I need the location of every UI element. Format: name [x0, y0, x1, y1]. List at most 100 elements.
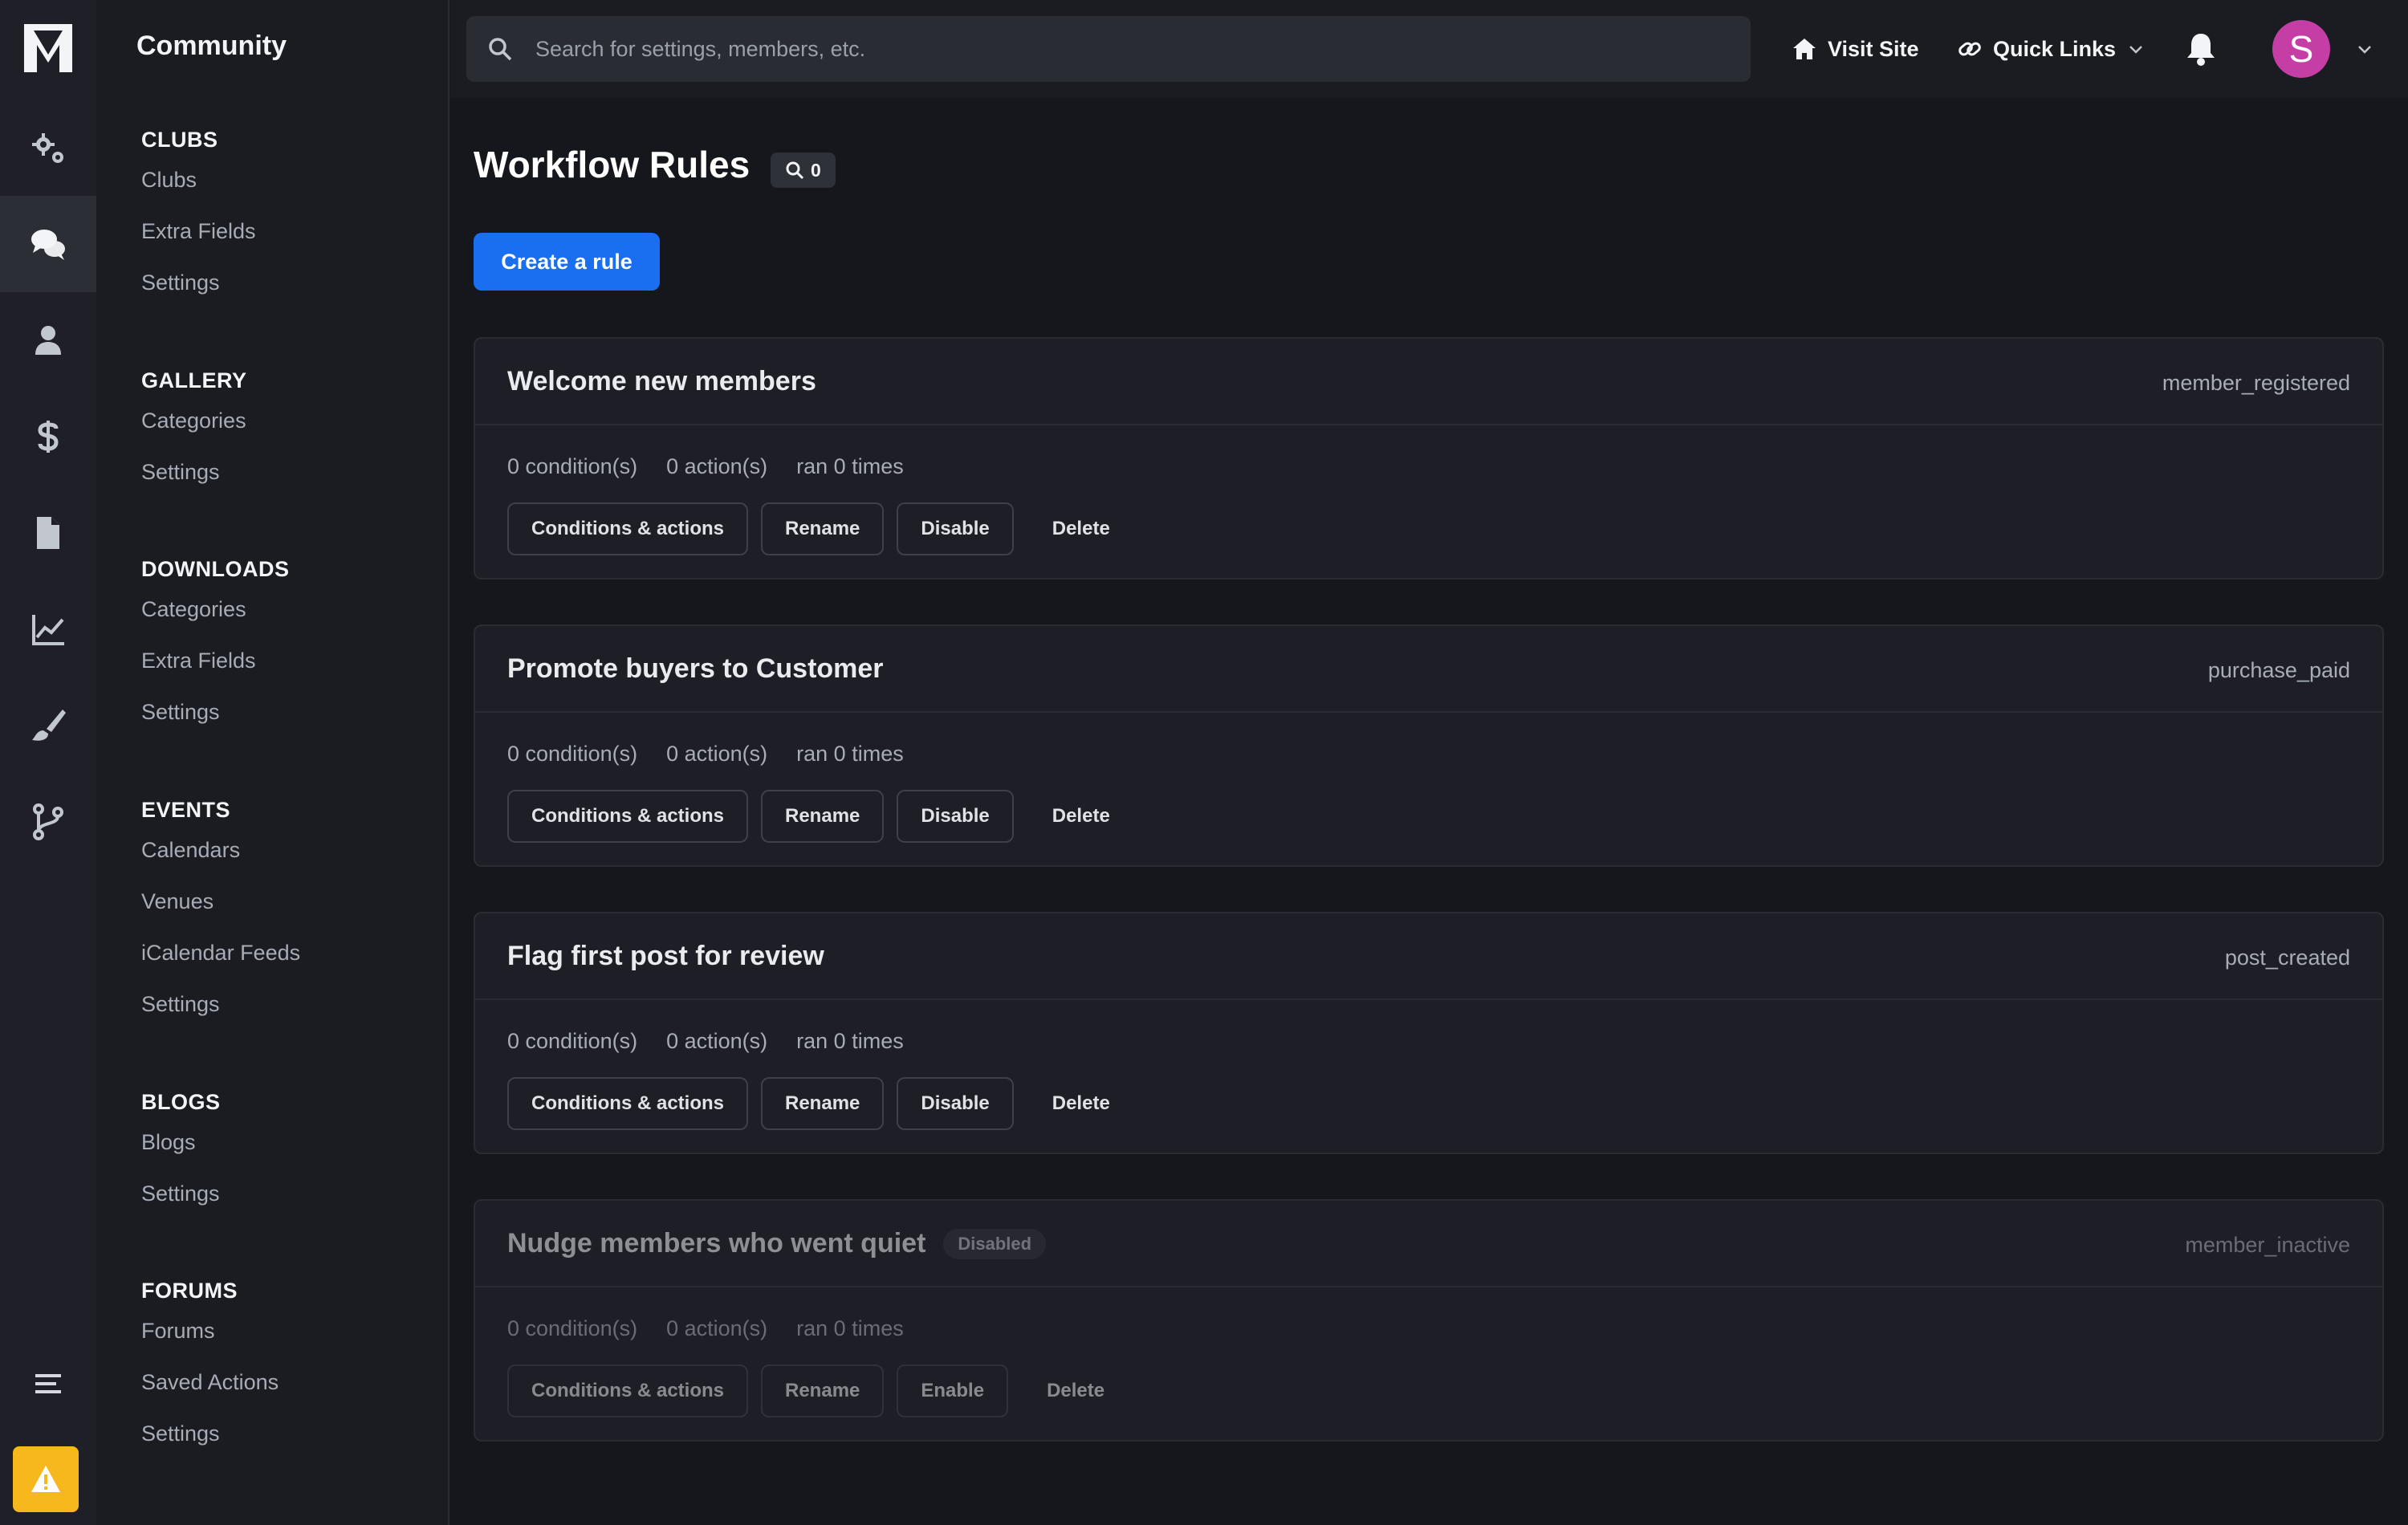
rule-name: Flag first post for review — [507, 941, 824, 972]
visit-site-link[interactable]: Visit Site — [1792, 31, 1919, 67]
sub-sidebar: Community CLUBS Clubs Extra Fields Setti… — [96, 0, 449, 1525]
chevron-down-icon[interactable] — [2356, 40, 2373, 58]
nav-link-settings[interactable]: Settings — [141, 458, 247, 509]
rule-header: Welcome new members member_registered — [475, 339, 2382, 425]
rule-stats: 0 condition(s) 0 action(s) ran 0 times — [507, 1029, 933, 1054]
rule-card: Flag first post for review post_created … — [474, 912, 2384, 1154]
chevron-down-icon — [2129, 46, 2142, 54]
rail-item-stats[interactable] — [0, 581, 96, 677]
nav-link-forums[interactable]: Forums — [141, 1316, 279, 1368]
nav-link-categories[interactable]: Categories — [141, 406, 247, 458]
rename-button[interactable]: Rename — [761, 1364, 885, 1417]
rule-stats: 0 condition(s) 0 action(s) ran 0 times — [507, 742, 933, 767]
delete-button[interactable]: Delete — [1027, 502, 1136, 555]
nav-group-downloads: DOWNLOADS Categories Extra Fields Settin… — [141, 555, 289, 749]
section-title: Community — [136, 31, 287, 61]
nav-link-extra-fields[interactable]: Extra Fields — [141, 217, 256, 268]
enable-button[interactable]: Enable — [897, 1364, 1009, 1417]
delete-button[interactable]: Delete — [1027, 1077, 1136, 1130]
conditions-actions-button[interactable]: Conditions & actions — [507, 1364, 748, 1417]
search-count-badge[interactable]: 0 — [771, 152, 836, 188]
rule-actions-count: 0 action(s) — [666, 454, 768, 478]
rule-actions: Conditions & actions Rename Disable Dele… — [507, 502, 1149, 555]
conditions-actions-button[interactable]: Conditions & actions — [507, 790, 748, 843]
search-input[interactable] — [535, 36, 1659, 62]
rail-item-community[interactable] — [0, 196, 96, 292]
collapse-menu-button[interactable] — [0, 1336, 96, 1432]
nav-link-icalendar-feeds[interactable]: iCalendar Feeds — [141, 938, 300, 990]
delete-button[interactable]: Delete — [1021, 1364, 1130, 1417]
quick-links-dropdown[interactable]: Quick Links — [1958, 31, 2145, 67]
nav-link-blogs[interactable]: Blogs — [141, 1128, 221, 1179]
create-rule-button[interactable]: Create a rule — [474, 233, 660, 291]
code-branch-icon — [33, 803, 63, 840]
nav-group-title: DOWNLOADS — [141, 557, 290, 581]
rule-header: Nudge members who went quiet Disabled me… — [475, 1201, 2382, 1287]
nav-group-blogs: BLOGS Blogs Settings — [141, 1088, 221, 1230]
rule-card: Promote buyers to Customer purchase_paid… — [474, 624, 2384, 867]
nav-link-categories[interactable]: Categories — [141, 595, 289, 646]
nav-link-settings[interactable]: Settings — [141, 268, 256, 319]
rule-trigger: member_registered — [2162, 371, 2350, 395]
rule-name: Promote buyers to Customer — [507, 653, 884, 685]
rule-name-text: Welcome new members — [507, 366, 816, 396]
nav-link-settings[interactable]: Settings — [141, 990, 300, 1041]
rule-run-count: ran 0 times — [796, 454, 904, 478]
rail-item-system[interactable] — [0, 100, 96, 196]
nav-link-calendars[interactable]: Calendars — [141, 836, 300, 887]
alert-button[interactable] — [13, 1446, 79, 1512]
rule-name-text: Flag first post for review — [507, 941, 824, 971]
rule-actions: Conditions & actions Rename Disable Dele… — [507, 1077, 1149, 1130]
search-count: 0 — [811, 159, 821, 181]
delete-button[interactable]: Delete — [1027, 790, 1136, 843]
rule-card: Welcome new members member_registered 0 … — [474, 337, 2384, 580]
rule-run-count: ran 0 times — [796, 1029, 904, 1053]
nav-group-title: CLUBS — [141, 128, 218, 152]
comments-icon — [31, 230, 65, 260]
nav-link-settings[interactable]: Settings — [141, 1179, 221, 1230]
conditions-actions-button[interactable]: Conditions & actions — [507, 502, 748, 555]
disable-button[interactable]: Disable — [897, 790, 1014, 843]
rail-item-customization[interactable] — [0, 677, 96, 774]
nav-group-forums: FORUMS Forums Saved Actions Settings — [141, 1276, 279, 1470]
search-box[interactable] — [466, 16, 1751, 82]
conditions-actions-button[interactable]: Conditions & actions — [507, 1077, 748, 1130]
rule-actions: Conditions & actions Rename Enable Delet… — [507, 1364, 1143, 1417]
home-icon — [1793, 39, 1816, 59]
nav-group-title: BLOGS — [141, 1090, 221, 1114]
logo-icon[interactable] — [22, 22, 74, 74]
rule-name: Nudge members who went quiet Disabled — [507, 1228, 1047, 1259]
rule-run-count: ran 0 times — [796, 742, 904, 766]
visit-site-label: Visit Site — [1828, 36, 1919, 61]
nav-link-venues[interactable]: Venues — [141, 887, 300, 938]
rule-trigger: member_inactive — [2185, 1233, 2350, 1257]
quick-links-label: Quick Links — [1993, 36, 2117, 61]
rule-run-count: ran 0 times — [796, 1316, 904, 1340]
nav-link-extra-fields[interactable]: Extra Fields — [141, 646, 289, 697]
chart-line-icon — [32, 615, 64, 645]
nav-group-gallery: GALLERY Categories Settings — [141, 366, 247, 509]
rule-name: Welcome new members — [507, 366, 816, 397]
nav-group-events: EVENTS Calendars Venues iCalendar Feeds … — [141, 795, 300, 1041]
rail-item-content[interactable] — [0, 485, 96, 581]
rule-card: Nudge members who went quiet Disabled me… — [474, 1199, 2384, 1442]
nav-link-saved-actions[interactable]: Saved Actions — [141, 1368, 279, 1419]
rule-header: Flag first post for review post_created — [475, 913, 2382, 1000]
disable-button[interactable]: Disable — [897, 1077, 1014, 1130]
link-icon — [1959, 42, 1981, 56]
bell-icon[interactable] — [2182, 31, 2219, 67]
rail-item-workflows[interactable] — [0, 774, 96, 870]
rail-item-commerce[interactable] — [0, 388, 96, 485]
nav-link-settings[interactable]: Settings — [141, 697, 289, 749]
disable-button[interactable]: Disable — [897, 502, 1014, 555]
warning-icon — [31, 1466, 60, 1492]
rename-button[interactable]: Rename — [761, 1077, 885, 1130]
rail-item-members[interactable] — [0, 292, 96, 388]
nav-link-settings[interactable]: Settings — [141, 1419, 279, 1470]
hamburger-icon — [35, 1374, 61, 1393]
rename-button[interactable]: Rename — [761, 790, 885, 843]
rename-button[interactable]: Rename — [761, 502, 885, 555]
nav-link-clubs[interactable]: Clubs — [141, 165, 256, 217]
nav-group-title: FORUMS — [141, 1279, 238, 1303]
avatar[interactable]: S — [2272, 20, 2330, 78]
